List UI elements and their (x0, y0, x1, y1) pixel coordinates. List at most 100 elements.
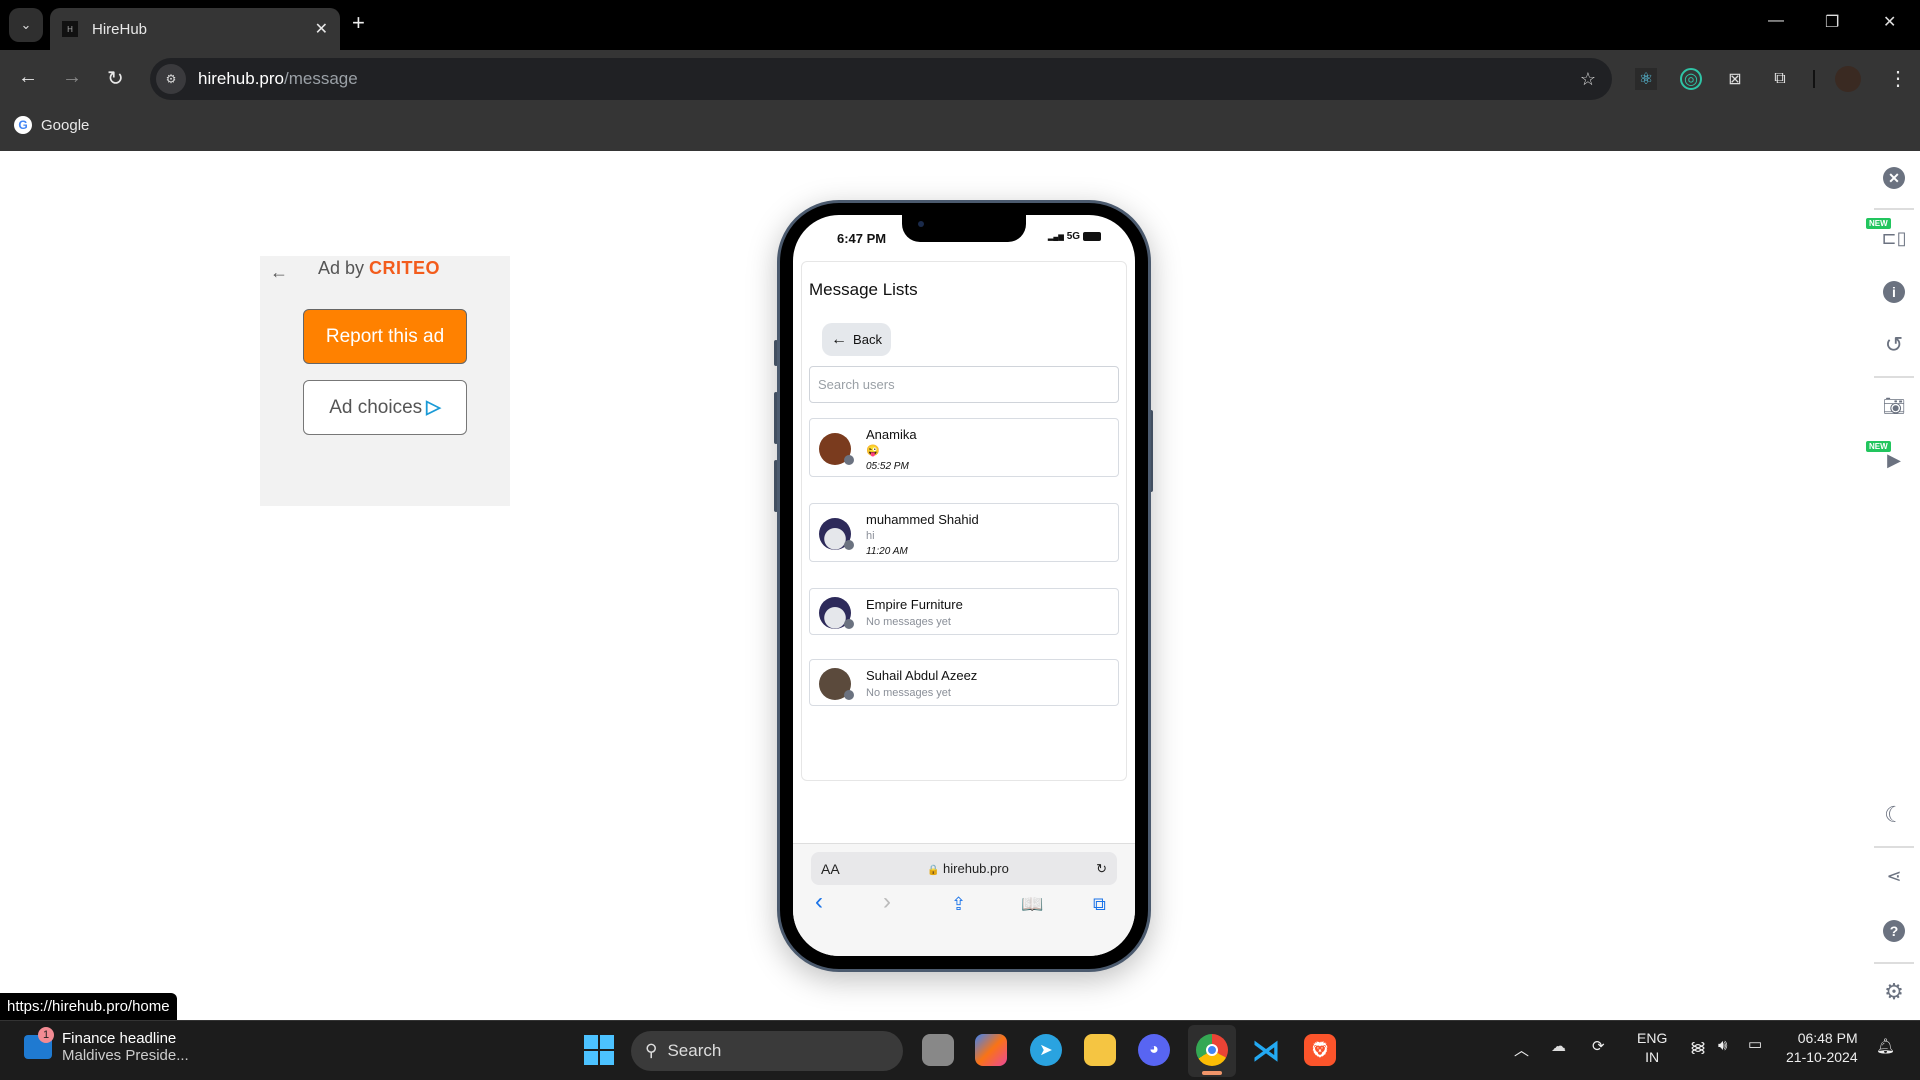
device-icon[interactable]: ⊏▯ (1880, 224, 1908, 252)
close-tab-icon[interactable]: ✕ (315, 19, 328, 39)
restore-button[interactable]: ❐ (1825, 12, 1839, 32)
tab-search-button[interactable]: ⌄ (9, 8, 43, 42)
minimize-button[interactable]: — (1768, 12, 1784, 30)
notification-badge: 1 (38, 1027, 54, 1043)
reload-button[interactable]: ↻ (107, 66, 124, 91)
show-hidden-icons[interactable]: ︿ (1514, 1039, 1529, 1060)
settings-icon[interactable]: ⚙ (1880, 978, 1908, 1006)
report-ad-button[interactable]: Report this ad (303, 309, 467, 364)
signal-icon: ▂▄▆ (1048, 233, 1064, 241)
help-icon[interactable]: ? (1880, 917, 1908, 945)
safari-url: 🔒 hirehub.pro (926, 861, 1009, 876)
battery-icon (1083, 232, 1102, 241)
text-size-button[interactable]: AA (821, 861, 840, 877)
conversation-item[interactable]: Suhail Abdul Azeez No messages yet (809, 659, 1119, 706)
forward-button[interactable]: → (62, 66, 82, 89)
widget-title: Finance headline (62, 1030, 177, 1047)
extension-target-icon[interactable]: ◎ (1680, 68, 1702, 90)
language-indicator[interactable]: ENG IN (1637, 1029, 1667, 1067)
notification-bell-icon[interactable]: 🔔︎ (1876, 1037, 1895, 1055)
discord-icon[interactable]: ◕ (1138, 1034, 1170, 1066)
address-bar[interactable]: ⚙ hirehub.pro/message ☆ (150, 58, 1612, 100)
ad-back-icon[interactable]: ← (270, 262, 288, 283)
google-icon: G (14, 116, 32, 134)
safari-address-bar[interactable]: AA 🔒 hirehub.pro ↻ (811, 852, 1117, 885)
conversation-name: muhammed Shahid (866, 512, 979, 527)
profile-avatar[interactable] (1835, 66, 1861, 92)
conversation-name: Anamika (866, 427, 917, 442)
conversation-item[interactable]: muhammed Shahid hi 11:20 AM (809, 503, 1119, 562)
safari-forward-icon[interactable]: › (883, 888, 891, 916)
search-users-input[interactable] (809, 366, 1119, 403)
safari-toolbar: AA 🔒 hirehub.pro ↻ ‹ › ⇪ 📖 ⧉ (793, 843, 1135, 956)
browser-tab[interactable]: H HireHub ✕ (50, 8, 340, 50)
window-close-button[interactable]: ✕ (1883, 12, 1896, 32)
finance-widget-icon: 1 (24, 1027, 54, 1059)
conversation-name: Suhail Abdul Azeez (866, 668, 978, 683)
conversation-last-message: No messages yet (866, 687, 951, 699)
windows-taskbar: 1 Finance headline Maldives Preside... ⚲… (0, 1020, 1920, 1080)
telegram-icon[interactable]: ➤ (1030, 1034, 1062, 1066)
camera-icon[interactable]: 📷︎ (1880, 392, 1908, 420)
wifi-icon[interactable]: ᯼ (1690, 1037, 1706, 1057)
page-title: Message Lists (809, 280, 918, 299)
network-label: 5G (1066, 231, 1081, 242)
puzzle-icon[interactable]: ⧉ (1769, 68, 1791, 90)
new-tab-button[interactable]: + (352, 10, 365, 36)
brave-icon[interactable]: 🦁︎ (1304, 1034, 1336, 1066)
status-dot (844, 540, 854, 550)
status-time: 6:47 PM (837, 231, 887, 246)
site-info-icon[interactable]: ⚙ (156, 64, 186, 94)
more-menu-icon[interactable]: ⋮ (1888, 66, 1908, 91)
bookmarks-icon[interactable]: 📖 (1021, 894, 1043, 915)
url-text[interactable]: hirehub.pro/message (198, 69, 358, 89)
rotate-icon[interactable]: ↺ (1880, 331, 1908, 359)
tab-title: HireHub (92, 20, 148, 38)
status-dot (844, 690, 854, 700)
close-icon[interactable]: ✕ (1880, 164, 1908, 192)
conversation-time: 11:20 AM (866, 546, 908, 557)
taskbar-search[interactable]: ⚲ Search (631, 1031, 903, 1071)
file-explorer-icon[interactable] (1084, 1034, 1116, 1066)
ad-choices-button[interactable]: Ad choices ▷ (303, 380, 467, 435)
back-button[interactable]: ← Back (822, 323, 891, 356)
share-icon[interactable]: ⋖ (1880, 862, 1908, 890)
tab-strip: ⌄ H HireHub ✕ + — ❐ ✕ (0, 0, 1920, 50)
vscode-icon[interactable]: ⋊ (1250, 1034, 1282, 1066)
status-bubble-url: https://hirehub.pro/home (0, 993, 177, 1020)
arrow-left-icon: ← (831, 330, 848, 348)
dark-mode-icon[interactable]: ☾ (1880, 801, 1908, 829)
status-dot (844, 455, 854, 465)
battery-icon[interactable]: ▭ (1748, 1035, 1762, 1053)
lock-icon: 🔒 (926, 865, 940, 876)
sidebar-divider (1874, 962, 1914, 964)
conversation-time: 05:52 PM (866, 461, 909, 472)
chrome-icon[interactable] (1196, 1034, 1228, 1066)
start-button[interactable] (584, 1035, 614, 1065)
chevron-down-icon: ⌄ (20, 17, 32, 32)
tabs-icon[interactable]: ⧉ (1093, 894, 1106, 915)
ad-by-label: Ad by CRITEO (318, 258, 441, 278)
volume-icon[interactable]: 🔊︎ (1718, 1037, 1727, 1054)
bookmark-star-icon[interactable]: ☆ (1580, 69, 1596, 90)
bookmark-google[interactable]: G Google (14, 116, 89, 134)
safari-back-icon[interactable]: ‹ (815, 888, 823, 916)
clock[interactable]: 06:48 PM 21-10-2024 (1786, 1029, 1858, 1067)
video-icon[interactable]: ▶ (1880, 446, 1908, 474)
status-indicators: ▂▄▆ 5G (1048, 231, 1102, 242)
react-devtools-icon[interactable]: ⚛ (1635, 68, 1657, 90)
safari-reload-icon[interactable]: ↻ (1096, 861, 1107, 877)
share-icon[interactable]: ⇪ (951, 894, 966, 915)
copilot-icon[interactable] (975, 1034, 1007, 1066)
back-button[interactable]: ← (18, 66, 38, 89)
conversation-item[interactable]: Anamika 😜 05:52 PM (809, 418, 1119, 477)
extension-close-icon[interactable]: ⊠ (1724, 68, 1746, 90)
phone-screen: 6:47 PM ▂▄▆ 5G Message Lists ← Back Anam… (793, 215, 1135, 956)
phone-notch (902, 215, 1026, 242)
sync-icon[interactable]: ⟳ (1592, 1037, 1605, 1055)
widgets-button[interactable]: 1 Finance headline Maldives Preside... (24, 1027, 189, 1064)
info-icon[interactable]: i (1880, 278, 1908, 306)
onedrive-icon[interactable]: ☁ (1551, 1037, 1566, 1055)
conversation-item[interactable]: Empire Furniture No messages yet (809, 588, 1119, 635)
task-view-icon[interactable] (922, 1034, 954, 1066)
